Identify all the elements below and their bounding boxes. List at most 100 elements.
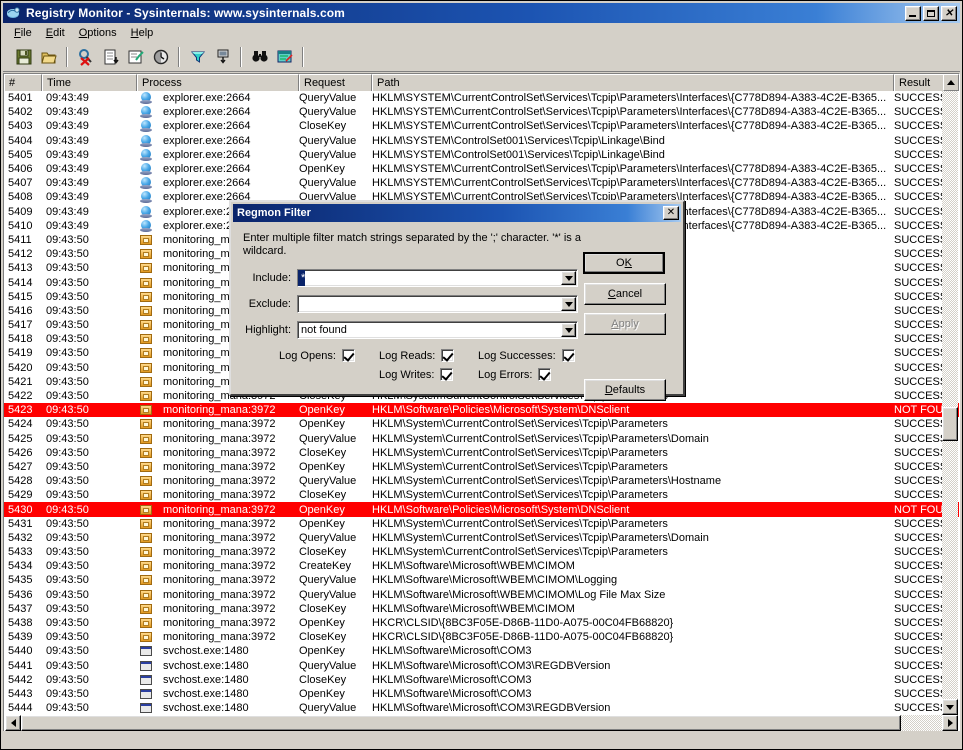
horizontal-scroll-thumb[interactable] bbox=[21, 715, 901, 731]
row-time: 09:43:50 bbox=[46, 262, 89, 275]
log-reads-checkbox[interactable] bbox=[441, 349, 455, 362]
table-row[interactable]: 5402 09:43:49 explorer.exe:2664 QueryValue H… bbox=[4, 105, 959, 119]
table-row[interactable]: 5443 09:43:50 svchost.exe:1480 OpenKey HKLM\… bbox=[4, 687, 959, 701]
row-request: OpenKey bbox=[299, 687, 345, 700]
table-row[interactable]: 5424 09:43:50 monitoring_mana:3972 OpenKey H… bbox=[4, 417, 959, 431]
table-row[interactable]: 5444 09:43:50 svchost.exe:1480 QueryValue HK… bbox=[4, 701, 959, 715]
table-row[interactable]: 5435 09:43:50 monitoring_mana:3972 QueryVal… bbox=[4, 573, 959, 587]
table-row[interactable]: 5426 09:43:50 monitoring_mana:3972 CloseKey… bbox=[4, 446, 959, 460]
scroll-left-button[interactable] bbox=[5, 715, 21, 731]
menu-options[interactable]: Options bbox=[72, 25, 124, 41]
vertical-scrollbar[interactable] bbox=[942, 91, 958, 715]
row-path: HKLM\System\CurrentControlSet\Services\T… bbox=[372, 446, 668, 459]
scroll-up-button[interactable] bbox=[943, 74, 959, 91]
menu-file[interactable]: File bbox=[7, 25, 39, 41]
log-errors-row[interactable]: Log Errors: bbox=[478, 368, 552, 381]
open-icon[interactable] bbox=[37, 46, 60, 68]
highlight-icon[interactable] bbox=[211, 46, 234, 68]
include-combobox[interactable]: * bbox=[297, 269, 578, 287]
table-row[interactable]: 5428 09:43:50 monitoring_mana:3972 QueryVal… bbox=[4, 474, 959, 488]
include-dropdown-button[interactable] bbox=[561, 271, 576, 285]
table-row[interactable]: 5437 09:43:50 monitoring_mana:3972 CloseKey… bbox=[4, 602, 959, 616]
title-bar[interactable]: Registry Monitor - Sysinternals: www.sys… bbox=[3, 3, 960, 23]
include-input[interactable]: * bbox=[298, 270, 306, 286]
defaults-button[interactable]: Defaults bbox=[584, 379, 666, 401]
row-result: SUCCESS bbox=[894, 219, 948, 232]
menu-help[interactable]: Help bbox=[124, 25, 161, 41]
apply-button[interactable]: Apply bbox=[584, 313, 666, 335]
column-header-num[interactable]: # bbox=[4, 74, 42, 91]
table-row[interactable]: 5403 09:43:49 explorer.exe:2664 CloseKey HKL… bbox=[4, 119, 959, 133]
menu-edit[interactable]: Edit bbox=[39, 25, 72, 41]
row-time: 09:43:50 bbox=[46, 546, 89, 559]
log-opens-checkbox[interactable] bbox=[341, 349, 355, 362]
table-row[interactable]: 5430 09:43:50 monitoring_mana:3972 OpenKey H… bbox=[4, 502, 959, 517]
table-row[interactable]: 5438 09:43:50 monitoring_mana:3972 OpenKey H… bbox=[4, 616, 959, 630]
row-process-name: monitoring_mana:3972 bbox=[163, 446, 276, 459]
column-header-request[interactable]: Request bbox=[299, 74, 372, 91]
vertical-scroll-thumb[interactable] bbox=[942, 407, 958, 441]
column-header-process[interactable]: Process bbox=[137, 74, 299, 91]
time-icon[interactable] bbox=[149, 46, 172, 68]
log-successes-checkbox[interactable] bbox=[561, 349, 575, 362]
log-errors-checkbox[interactable] bbox=[538, 368, 552, 381]
table-row[interactable]: 5425 09:43:50 monitoring_mana:3972 QueryVal… bbox=[4, 432, 959, 446]
table-row[interactable]: 5423 09:43:50 monitoring_mana:3972 OpenKey H… bbox=[4, 403, 959, 418]
highlight-dropdown-button[interactable] bbox=[561, 323, 576, 337]
row-request: QueryValue bbox=[299, 659, 357, 672]
table-row[interactable]: 5439 09:43:50 monitoring_mana:3972 CloseKey… bbox=[4, 630, 959, 644]
table-row[interactable]: 5406 09:43:49 explorer.exe:2664 OpenKey HKLM… bbox=[4, 162, 959, 176]
table-row[interactable]: 5407 09:43:49 explorer.exe:2664 QueryValue H… bbox=[4, 176, 959, 190]
table-row[interactable]: 5441 09:43:50 svchost.exe:1480 QueryValue HK… bbox=[4, 659, 959, 673]
row-path: HKLM\System\CurrentControlSet\Services\T… bbox=[372, 517, 668, 530]
log-successes-row[interactable]: Log Successes: bbox=[478, 349, 575, 362]
table-row[interactable]: 5432 09:43:50 monitoring_mana:3972 QueryVal… bbox=[4, 531, 959, 545]
table-row[interactable]: 5434 09:43:50 monitoring_mana:3972 CreateKe… bbox=[4, 559, 959, 573]
table-row[interactable]: 5427 09:43:50 monitoring_mana:3972 OpenKey H… bbox=[4, 460, 959, 474]
row-time: 09:43:50 bbox=[46, 687, 89, 700]
table-row[interactable]: 5440 09:43:50 svchost.exe:1480 OpenKey HKLM\… bbox=[4, 644, 959, 658]
save-icon[interactable] bbox=[12, 46, 35, 68]
exclude-dropdown-button[interactable] bbox=[561, 297, 576, 311]
table-row[interactable]: 5429 09:43:50 monitoring_mana:3972 CloseKey… bbox=[4, 488, 959, 502]
close-button[interactable]: ✕ bbox=[941, 5, 957, 21]
column-header-result[interactable]: Result bbox=[894, 74, 949, 91]
cancel-button[interactable]: Cancel bbox=[584, 283, 666, 305]
horizontal-scrollbar[interactable] bbox=[5, 715, 942, 731]
row-result: SUCCESS bbox=[894, 687, 948, 700]
highlight-combobox[interactable]: not found bbox=[297, 321, 578, 339]
maximize-button[interactable] bbox=[923, 5, 939, 21]
autoscroll-icon[interactable] bbox=[99, 46, 122, 68]
minimize-button[interactable] bbox=[905, 5, 921, 21]
cancel-button-label: Cancel bbox=[607, 288, 643, 300]
column-header-time[interactable]: Time bbox=[42, 74, 137, 91]
dialog-title-bar[interactable]: Regmon Filter ✕ bbox=[233, 204, 681, 222]
dialog-close-button[interactable]: ✕ bbox=[663, 206, 679, 220]
find-icon[interactable] bbox=[248, 46, 271, 68]
scroll-down-button[interactable] bbox=[942, 699, 958, 715]
row-number: 5424 bbox=[8, 418, 33, 431]
table-row[interactable]: 5401 09:43:49 explorer.exe:2664 QueryValue H… bbox=[4, 91, 959, 105]
folder-process-icon bbox=[139, 447, 153, 459]
table-row[interactable]: 5405 09:43:49 explorer.exe:2664 QueryValue H… bbox=[4, 148, 959, 162]
exclude-combobox[interactable] bbox=[297, 295, 578, 313]
regedit-jump-icon[interactable] bbox=[273, 46, 296, 68]
log-writes-row[interactable]: Log Writes: bbox=[379, 368, 454, 381]
clear-icon[interactable] bbox=[124, 46, 147, 68]
log-opens-row[interactable]: Log Opens: bbox=[279, 349, 355, 362]
list-body[interactable]: 5401 09:43:49 explorer.exe:2664 QueryValue H… bbox=[4, 91, 959, 732]
filter-icon[interactable] bbox=[186, 46, 209, 68]
ok-button[interactable]: OK bbox=[583, 252, 665, 274]
capture-icon[interactable] bbox=[74, 46, 97, 68]
row-path: HKCR\CLSID\{8BC3F05E-D86B-11D0-A075-00C0… bbox=[372, 631, 674, 644]
table-row[interactable]: 5433 09:43:50 monitoring_mana:3972 CloseKey… bbox=[4, 545, 959, 559]
table-row[interactable]: 5431 09:43:50 monitoring_mana:3972 OpenKey H… bbox=[4, 517, 959, 531]
scroll-right-button[interactable] bbox=[942, 715, 958, 731]
column-header-path[interactable]: Path bbox=[372, 74, 894, 91]
table-row[interactable]: 5436 09:43:50 monitoring_mana:3972 QueryVal… bbox=[4, 588, 959, 602]
highlight-input[interactable]: not found bbox=[298, 322, 347, 338]
log-writes-checkbox[interactable] bbox=[440, 368, 454, 381]
table-row[interactable]: 5404 09:43:49 explorer.exe:2664 QueryValue H… bbox=[4, 134, 959, 148]
log-reads-row[interactable]: Log Reads: bbox=[379, 349, 455, 362]
table-row[interactable]: 5442 09:43:50 svchost.exe:1480 CloseKey HKLM… bbox=[4, 673, 959, 687]
